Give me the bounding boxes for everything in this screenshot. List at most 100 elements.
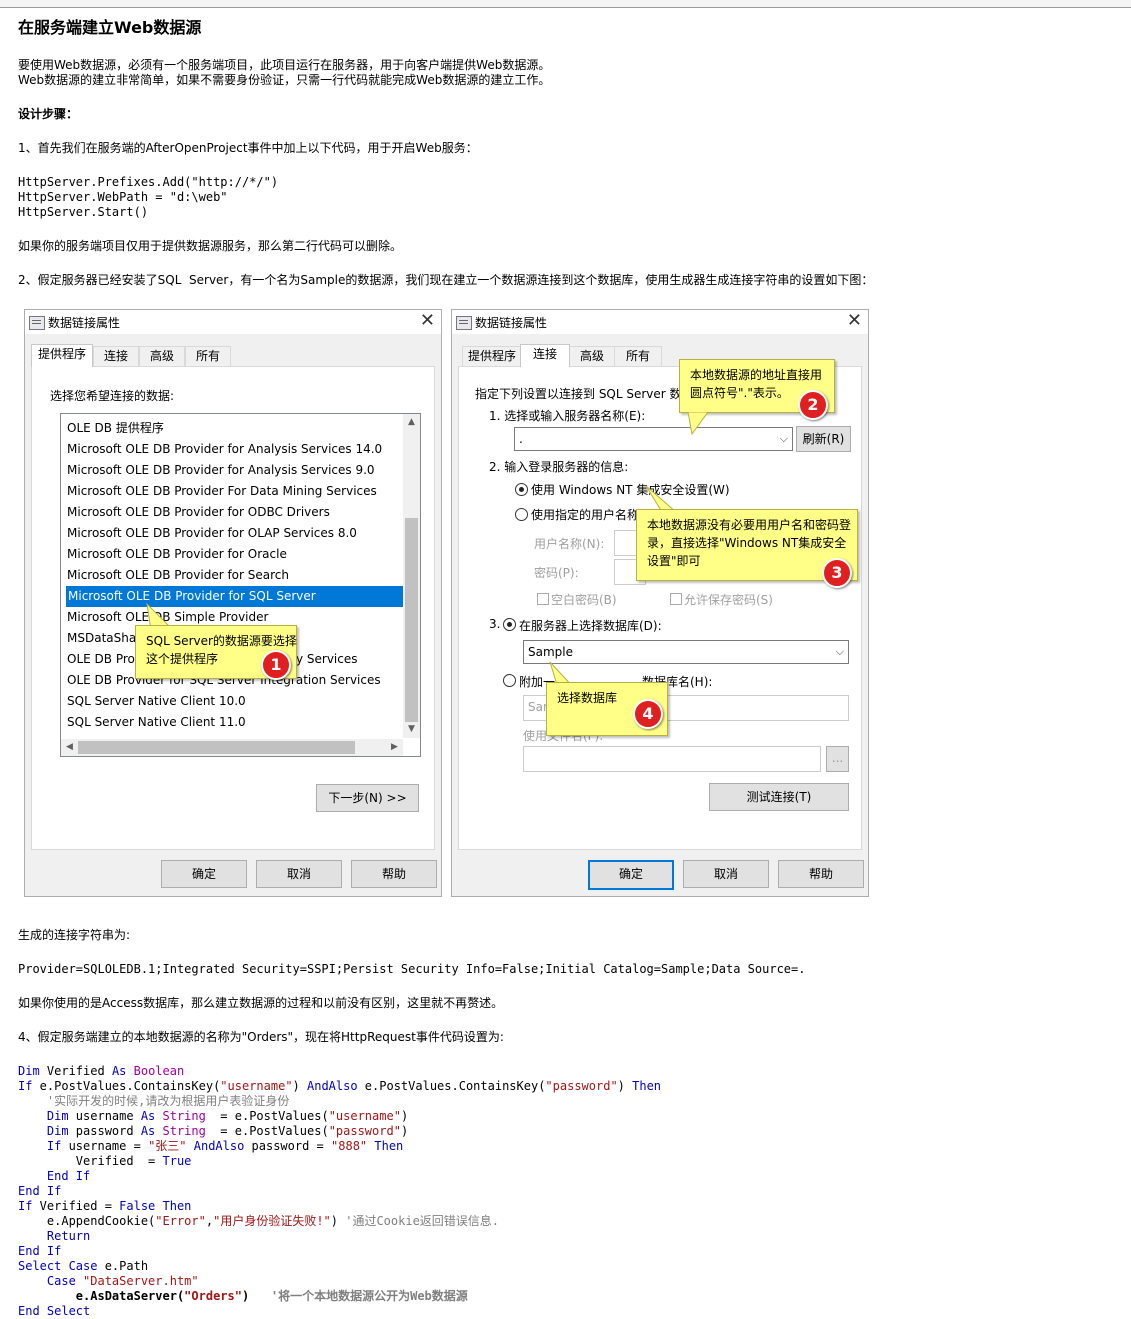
tab-panel: 选择您希望连接的数据: OLE DB 提供程序 Microsoft OLE DB … xyxy=(31,366,435,850)
provider-list[interactable]: OLE DB 提供程序 Microsoft OLE DB Provider for… xyxy=(60,413,421,757)
callout-1-line-1: SQL Server的数据源要选择 xyxy=(146,634,297,648)
conn-heading: 生成的连接字符串为: xyxy=(18,928,131,942)
tab-provider[interactable]: 提供程序 xyxy=(462,346,522,366)
blank-password-checkbox[interactable] xyxy=(537,593,549,605)
step-1: 1、首先我们在服务端的AfterOpenProject事件中加上以下代码，用于开… xyxy=(18,141,478,155)
tab-connection[interactable]: 连接 xyxy=(520,344,570,367)
callout-3-line-1: 本地数据源没有必要用用户名和密码登 xyxy=(647,518,852,532)
file-name-field[interactable] xyxy=(523,746,821,772)
dialog-title: 数据链接属性 xyxy=(48,316,121,330)
radio-windows-nt[interactable] xyxy=(515,483,528,496)
provider-list-item[interactable]: Microsoft OLE DB Provider for Search xyxy=(67,565,289,586)
code1-line-2: HttpServer.WebPath = "d:\web" xyxy=(18,190,228,204)
test-connection-button[interactable]: 测试连接(T) xyxy=(709,783,849,811)
code-line: End If xyxy=(18,1184,62,1198)
provider-list-item[interactable]: Microsoft OLE DB Provider for SQL Server xyxy=(66,586,404,607)
help-button[interactable]: 帮助 xyxy=(351,860,437,888)
chevron-down-icon[interactable]: ⌵ xyxy=(780,428,788,450)
badge-4: 4 xyxy=(633,699,663,729)
intro-line-2: Web数据源的建立非常简单，如果不需要身份验证，只需一行代码就能完成Web数据源… xyxy=(18,73,551,87)
code-line: Verified = True xyxy=(18,1154,192,1168)
provider-list-item[interactable]: OLE DB 提供程序 xyxy=(67,418,164,439)
intro-line-1: 要使用Web数据源，必须有一个服务端项目，此项目运行在服务器，用于向客户端提供W… xyxy=(18,58,551,72)
callout-3-line-2: 录，直接选择"Windows NT集成安全 xyxy=(647,536,847,550)
tab-panel: 指定下列设置以连接到 SQL Server 数 1. 选择或输入服务器名称(E)… xyxy=(458,366,862,850)
dialog-titlebar: 数据链接属性 ✕ xyxy=(25,310,441,334)
scroll-up-icon[interactable]: ▲ xyxy=(403,414,420,431)
code-line: Dim Verified As Boolean xyxy=(18,1064,185,1078)
note-1: 如果你的服务端项目仅用于提供数据源服务，那么第二行代码可以删除。 xyxy=(18,239,403,253)
code-line: Dim username As String = e.PostValues("u… xyxy=(18,1109,409,1123)
provider-list-item[interactable]: Microsoft OLE DB Provider for Analysis S… xyxy=(67,439,382,460)
radio-attach-file[interactable] xyxy=(503,674,516,687)
server-value: . xyxy=(519,432,523,446)
code-line: Select Case e.Path xyxy=(18,1259,149,1273)
provider-list-item[interactable]: Microsoft OLE DB Provider for Analysis S… xyxy=(67,460,375,481)
provider-list-item[interactable]: Microsoft OLE DB Provider for Oracle xyxy=(67,544,287,565)
next-button[interactable]: 下一步(N) >> xyxy=(316,784,419,812)
code-line: e.AsDataServer("Orders") '将一个本地数据源公开为Web… xyxy=(18,1289,468,1303)
document: 在服务端建立Web数据源 要使用Web数据源，必须有一个服务端项目，此项目运行在… xyxy=(18,18,1118,288)
tab-connection[interactable]: 连接 xyxy=(93,346,139,366)
data-link-icon xyxy=(29,316,45,330)
close-icon[interactable]: ✕ xyxy=(420,310,435,332)
callout-2-pointer xyxy=(687,412,709,436)
ok-button[interactable]: 确定 xyxy=(588,860,674,890)
chevron-down-icon[interactable]: ⌵ xyxy=(836,641,844,663)
help-button[interactable]: 帮助 xyxy=(778,860,864,888)
dialog-titlebar: 数据链接属性 ✕ xyxy=(452,310,868,334)
code-line: If username = "张三" AndAlso password = "8… xyxy=(18,1139,404,1153)
radio-select-db-label: 在服务器上选择数据库(D): xyxy=(519,619,662,633)
scroll-down-icon[interactable]: ▼ xyxy=(403,721,420,738)
horizontal-scrollbar[interactable]: ◀ ▶ xyxy=(61,739,403,756)
provider-list-item[interactable]: Microsoft OLE DB Provider for OLAP Servi… xyxy=(67,523,357,544)
ok-button[interactable]: 确定 xyxy=(161,860,247,888)
cancel-button[interactable]: 取消 xyxy=(256,860,342,888)
code-line: End If xyxy=(18,1244,62,1258)
close-icon[interactable]: ✕ xyxy=(847,310,862,332)
code-line: End If xyxy=(18,1169,91,1183)
blank-password-label: 空白密码(B) xyxy=(551,593,617,607)
code-line: Dim password As String = e.PostValues("p… xyxy=(18,1124,409,1138)
save-password-checkbox[interactable] xyxy=(670,593,682,605)
provider-list-item[interactable]: SQL Server Native Client 11.0 xyxy=(67,712,246,733)
tab-all[interactable]: 所有 xyxy=(614,346,662,366)
scroll-thumb[interactable] xyxy=(405,518,418,722)
radio-specific-user-label: 使用指定的用户名称 xyxy=(531,508,640,522)
scroll-left-icon[interactable]: ◀ xyxy=(61,739,78,756)
browse-button[interactable]: ... xyxy=(826,746,849,772)
steps-heading: 设计步骤： xyxy=(18,107,79,121)
instruction-text: 指定下列设置以连接到 SQL Server 数 xyxy=(475,387,682,401)
tab-advanced[interactable]: 高级 xyxy=(568,346,616,366)
cancel-button[interactable]: 取消 xyxy=(683,860,769,888)
code-line: If Verified = False Then xyxy=(18,1199,192,1213)
vertical-scrollbar[interactable]: ▲ ▼ xyxy=(403,414,420,738)
callout-2-line-1: 本地数据源的地址直接用 xyxy=(690,368,823,382)
badge-3: 3 xyxy=(822,558,852,588)
page-title: 在服务端建立Web数据源 xyxy=(18,18,202,37)
server-combo[interactable]: . ⌵ xyxy=(514,427,793,451)
scroll-right-icon[interactable]: ▶ xyxy=(386,739,403,756)
step-2: 2、假定服务器已经安装了SQL Server，有一个名为Sample的数据源，我… xyxy=(18,273,874,287)
conn-string: Provider=SQLOLEDB.1;Integrated Security=… xyxy=(18,962,806,976)
server-label: 1. 选择或输入服务器名称(E): xyxy=(489,409,646,423)
tab-provider[interactable]: 提供程序 xyxy=(31,344,93,367)
provider-list-item[interactable]: Microsoft OLE DB Provider For Data Minin… xyxy=(67,481,377,502)
provider-list-item[interactable]: SQL Server Native Client 10.0 xyxy=(67,691,246,712)
tab-all[interactable]: 所有 xyxy=(185,346,231,366)
refresh-button[interactable]: 刷新(R) xyxy=(796,426,851,452)
radio-select-db[interactable] xyxy=(503,618,516,631)
login-label: 2. 输入登录服务器的信息: xyxy=(489,460,629,474)
code-line: e.AppendCookie("Error","用户身份验证失败!") '通过C… xyxy=(18,1214,500,1228)
hscroll-thumb[interactable] xyxy=(78,741,355,754)
code1-line-3: HttpServer.Start() xyxy=(18,205,149,219)
code-line: Return xyxy=(18,1229,91,1243)
data-link-dialog-connection: 数据链接属性 ✕ 提供程序 连接 高级 所有 指定下列设置以连接到 SQL Se… xyxy=(451,309,869,897)
provider-list-item[interactable]: Microsoft OLE DB Provider for ODBC Drive… xyxy=(67,502,330,523)
radio-specific-user[interactable] xyxy=(515,508,528,521)
data-link-icon xyxy=(456,316,472,330)
tab-advanced[interactable]: 高级 xyxy=(139,346,185,366)
database-value: Sample xyxy=(528,645,573,659)
data-link-dialog-provider: 数据链接属性 ✕ 提供程序 连接 高级 所有 选择您希望连接的数据: OLE D… xyxy=(24,309,442,897)
db-section-label: 3. xyxy=(489,617,501,631)
